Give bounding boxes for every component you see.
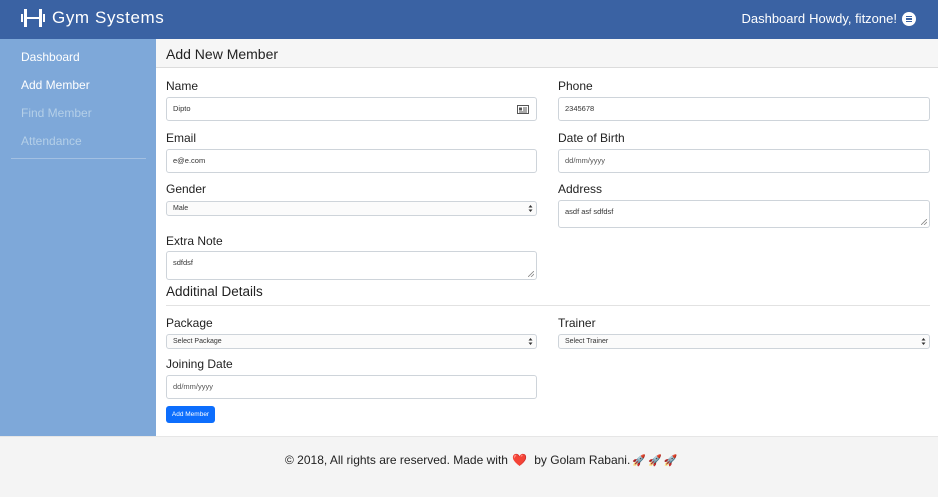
email-value: e@e.com xyxy=(173,156,206,165)
rocket-icon: 🚀 xyxy=(648,454,662,467)
footer-copyright: © 2018, All rights are reserved. Made wi… xyxy=(285,453,508,467)
additional-details-heading: Additinal Details xyxy=(166,284,263,299)
brand-title: Gym Systems xyxy=(52,8,165,27)
sidebar: Dashboard Add Member Find Member Attenda… xyxy=(0,39,156,436)
sidebar-item-dashboard[interactable]: Dashboard xyxy=(21,50,80,64)
gender-label: Gender xyxy=(166,182,207,196)
sidebar-item-find-member[interactable]: Find Member xyxy=(21,106,92,120)
package-label: Package xyxy=(166,316,213,330)
top-right-nav: Dashboard Howdy, fitzone! xyxy=(741,11,916,26)
contact-card-icon[interactable] xyxy=(517,105,529,114)
sidebar-item-add-member[interactable]: Add Member xyxy=(21,78,90,92)
page-title: Add New Member xyxy=(166,46,279,62)
brand-dumbbell-icon xyxy=(21,9,45,27)
trainer-label: Trainer xyxy=(558,316,596,330)
chevron-updown-icon xyxy=(921,338,926,345)
trainer-select[interactable]: Select Trainer xyxy=(558,334,930,349)
main-content: Add New Member Name Dipto Phone 2345678 … xyxy=(156,39,938,436)
phone-label: Phone xyxy=(558,79,593,93)
phone-value: 2345678 xyxy=(565,104,595,113)
email-label: Email xyxy=(166,131,197,145)
rocket-icon: 🚀 xyxy=(632,454,646,467)
extra-note-value: sdfdsf xyxy=(173,258,194,267)
resize-grip-icon[interactable] xyxy=(921,219,927,225)
chevron-updown-icon xyxy=(528,338,533,345)
chevron-updown-icon xyxy=(528,205,533,212)
top-navbar: Gym Systems Dashboard Howdy, fitzone! xyxy=(0,0,938,39)
dob-input[interactable]: dd/mm/yyyy xyxy=(558,149,930,173)
package-select[interactable]: Select Package xyxy=(166,334,537,349)
phone-input[interactable]: 2345678 xyxy=(558,97,930,121)
sidebar-item-attendance[interactable]: Attendance xyxy=(21,134,82,148)
user-greeting[interactable]: Howdy, fitzone! xyxy=(809,11,897,26)
footer: © 2018, All rights are reserved. Made wi… xyxy=(0,436,938,497)
name-label: Name xyxy=(166,79,199,93)
heart-icon: ❤️ xyxy=(511,453,527,467)
footer-text: © 2018, All rights are reserved. Made wi… xyxy=(285,453,677,467)
name-value: Dipto xyxy=(173,104,191,113)
address-textarea[interactable]: asdf asf sdfdsf xyxy=(558,200,930,228)
page-header: Add New Member xyxy=(156,39,938,68)
gender-select[interactable]: Male xyxy=(166,201,537,216)
dashboard-link[interactable]: Dashboard xyxy=(741,11,805,26)
trainer-value: Select Trainer xyxy=(565,338,609,345)
section-divider xyxy=(166,305,930,306)
email-input[interactable]: e@e.com xyxy=(166,149,537,173)
name-input[interactable]: Dipto xyxy=(166,97,537,121)
joining-date-label: Joining Date xyxy=(166,357,233,371)
joining-date-input[interactable]: dd/mm/yyyy xyxy=(166,375,537,399)
footer-author: by Golam Rabani. xyxy=(530,453,631,467)
sidebar-divider xyxy=(11,158,146,159)
joining-date-placeholder: dd/mm/yyyy xyxy=(173,382,214,391)
brand[interactable]: Gym Systems xyxy=(20,7,164,29)
gender-value: Male xyxy=(173,205,189,212)
address-label: Address xyxy=(558,182,603,196)
dob-placeholder: dd/mm/yyyy xyxy=(565,156,606,165)
add-member-button[interactable]: Add Member xyxy=(166,406,215,423)
rocket-icon: 🚀 xyxy=(663,454,678,467)
extra-note-label: Extra Note xyxy=(166,234,223,248)
dob-label: Date of Birth xyxy=(558,131,625,145)
user-menu-icon[interactable] xyxy=(902,11,916,26)
address-value: asdf asf sdfdsf xyxy=(565,207,614,216)
extra-note-textarea[interactable]: sdfdsf xyxy=(166,251,537,280)
resize-grip-icon[interactable] xyxy=(528,271,534,277)
package-value: Select Package xyxy=(173,338,222,345)
